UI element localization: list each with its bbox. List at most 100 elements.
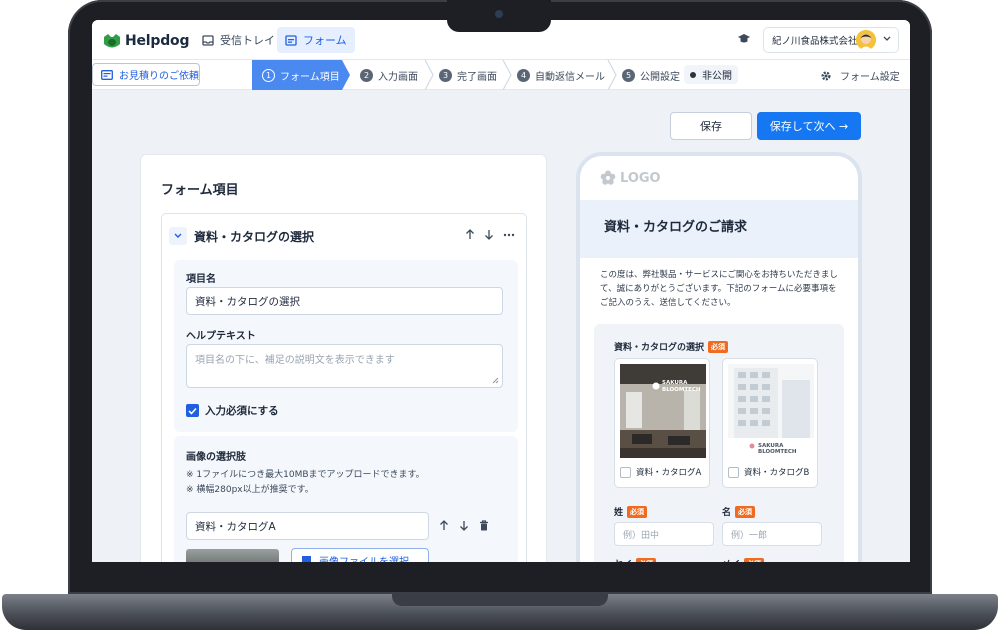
camera-icon [495, 10, 503, 18]
option-checkbox[interactable] [620, 466, 631, 478]
chevron-down-icon [174, 233, 182, 238]
form-name-label: お見積りのご依頼 [119, 71, 199, 82]
last-name-label: 姓 必須 [614, 505, 648, 518]
last-name-label-text: 姓 [614, 508, 624, 518]
first-kana-label-text: メイ [722, 557, 740, 562]
company-menu-button[interactable]: 紀ノ川食品株式会社 [763, 27, 899, 53]
save-button[interactable]: 保存 [670, 112, 752, 140]
required-checkbox[interactable] [186, 404, 199, 417]
preview-logo: LOGO [600, 170, 661, 186]
office-photo: SAKURA BLOOMTECH [620, 364, 706, 458]
field-tools [465, 229, 515, 240]
step-form-items[interactable]: 1 フォーム項目 [252, 60, 342, 90]
image-file-icon [302, 555, 311, 562]
step-complete-screen[interactable]: 3 完了画面 [429, 60, 507, 90]
required-checkbox-row[interactable]: 入力必須にする [186, 403, 279, 418]
status-dot-icon [690, 71, 696, 78]
option-checkbox[interactable] [728, 466, 739, 478]
preview-form-card: 資料・カタログの選択 必須 SAKURA BLOOMTECH 資料・カタログA … [594, 324, 844, 562]
step-label: 公開設定 [640, 71, 680, 83]
step-publish-settings[interactable]: 5 公開設定 [612, 60, 684, 90]
form-settings-button[interactable]: フォーム設定 [820, 68, 900, 83]
last-kana-label: セイ 必須 [614, 557, 657, 562]
image-option-input[interactable]: 資料・カタログA [186, 512, 429, 540]
status-badge: 非公開 [684, 65, 738, 84]
preview-option-a-label: 資料・カタログA [620, 466, 701, 478]
preview-option-b-label: 資料・カタログB [728, 466, 809, 478]
field-name-input[interactable]: 資料・カタログの選択 [186, 287, 503, 315]
graduation-cap-icon[interactable] [737, 33, 751, 45]
step-label: 自動返信メール [535, 71, 605, 83]
help-text-label: ヘルプテキスト [186, 331, 256, 342]
first-name-label-text: 名 [722, 508, 732, 518]
required-badge: 必須 [708, 340, 729, 353]
collapse-toggle[interactable] [169, 227, 187, 245]
resize-handle-icon[interactable] [492, 377, 499, 384]
step-label: 完了画面 [457, 71, 497, 83]
editor-title: フォーム項目 [161, 183, 239, 198]
nav-tab-inbox[interactable]: 受信トレイ [194, 27, 283, 53]
chevron-down-icon [883, 36, 891, 41]
arrow-up-icon[interactable] [465, 229, 475, 240]
field-settings: 項目名 資料・カタログの選択 ヘルプテキスト 項目名の下に、補足の説明文を表示で… [174, 260, 518, 432]
nav-tab-label: フォーム [303, 34, 347, 47]
avatar [856, 30, 876, 50]
flower-logo-icon [600, 170, 616, 185]
preview-field-label: 資料・カタログの選択 必須 [614, 340, 729, 353]
arrow-down-icon[interactable] [459, 520, 469, 531]
image-option-thumbnail [186, 549, 279, 562]
step-number: 4 [517, 68, 530, 82]
nav-tab-label: 受信トレイ [220, 34, 275, 47]
laptop-base-notch [392, 594, 608, 606]
form-settings-label: フォーム設定 [840, 72, 900, 83]
image-options-title: 画像の選択肢 [186, 452, 246, 463]
step-number: 2 [360, 68, 373, 82]
check-icon [188, 407, 197, 415]
app-logo[interactable]: Helpdog [102, 31, 189, 51]
form-icon [101, 69, 113, 80]
screen: Helpdog 受信トレイ フォーム 紀ノ川食品株式会社 お見積りのご依頼 1 … [92, 20, 910, 562]
arrow-up-icon[interactable] [439, 520, 449, 531]
option-label: 資料・カタログA [636, 468, 702, 478]
step-auto-reply-mail[interactable]: 4 自動返信メール [507, 60, 613, 90]
last-name-input[interactable]: 例）田中 [614, 522, 714, 546]
image-option-tools [439, 520, 489, 531]
step-input-screen[interactable]: 2 入力画面 [350, 60, 428, 90]
step-label: 入力画面 [378, 71, 418, 83]
field-name-label: 項目名 [186, 274, 216, 285]
image-options-section: 画像の選択肢 ※ 1ファイルにつき最大10MBまでアップロードできます。 ※ 横… [174, 436, 518, 562]
trash-icon[interactable] [479, 520, 489, 531]
image-brand-text: SAKURA BLOOMTECH [662, 380, 701, 393]
form-items-editor: フォーム項目 資料・カタログの選択 項目名 資料・カタログの選択 ヘルプテキスト… [140, 154, 547, 562]
field-title: 資料・カタログの選択 [194, 230, 315, 244]
step-number: 1 [262, 68, 275, 82]
step-number: 5 [622, 68, 635, 82]
first-name-label: 名 必須 [722, 505, 756, 518]
preview-logo-text: LOGO [620, 170, 661, 186]
preview-image-option-b[interactable]: SAKURA BLOOMTECH 資料・カタログB [722, 358, 818, 488]
nav-tab-form[interactable]: フォーム [277, 27, 355, 53]
help-text-textarea[interactable]: 項目名の下に、補足の説明文を表示できます [186, 344, 503, 388]
help-text-placeholder: 項目名の下に、補足の説明文を表示できます [195, 355, 395, 366]
required-badge: 必須 [627, 505, 648, 518]
upload-size-note: ※ 1ファイルにつき最大10MBまでアップロードできます。 [186, 470, 425, 480]
option-label: 資料・カタログB [744, 468, 810, 478]
more-options-icon[interactable] [503, 229, 515, 240]
select-image-file-button[interactable]: 画像ファイルを選択 [291, 548, 429, 562]
step-navigation: お見積りのご依頼 1 フォーム項目 2 入力画面 3 完了画面 4 自動返信メー… [92, 60, 910, 90]
logo-text: Helpdog [125, 33, 190, 49]
arrow-down-icon[interactable] [484, 229, 494, 240]
first-name-input[interactable]: 例）一郎 [722, 522, 822, 546]
preview-image-option-a[interactable]: SAKURA BLOOMTECH 資料・カタログA [614, 358, 710, 488]
form-name-button[interactable]: お見積りのご依頼 [92, 63, 200, 86]
company-name: 紀ノ川食品株式会社 [772, 36, 858, 47]
form-icon [285, 34, 297, 46]
inbox-icon [202, 34, 214, 46]
preview-title: 資料・カタログのご請求 [604, 220, 748, 235]
save-and-next-button[interactable]: 保存して次へ → [757, 112, 861, 140]
mobile-preview: LOGO 資料・カタログのご請求 この度は、弊社製品・サービスにご関心をお持ちい… [576, 152, 862, 562]
last-kana-label-text: セイ [614, 557, 632, 562]
image-width-note: ※ 横幅280px以上が推奨です。 [186, 485, 314, 495]
status-label: 非公開 [702, 71, 732, 82]
helpdog-logo-icon [104, 33, 120, 47]
